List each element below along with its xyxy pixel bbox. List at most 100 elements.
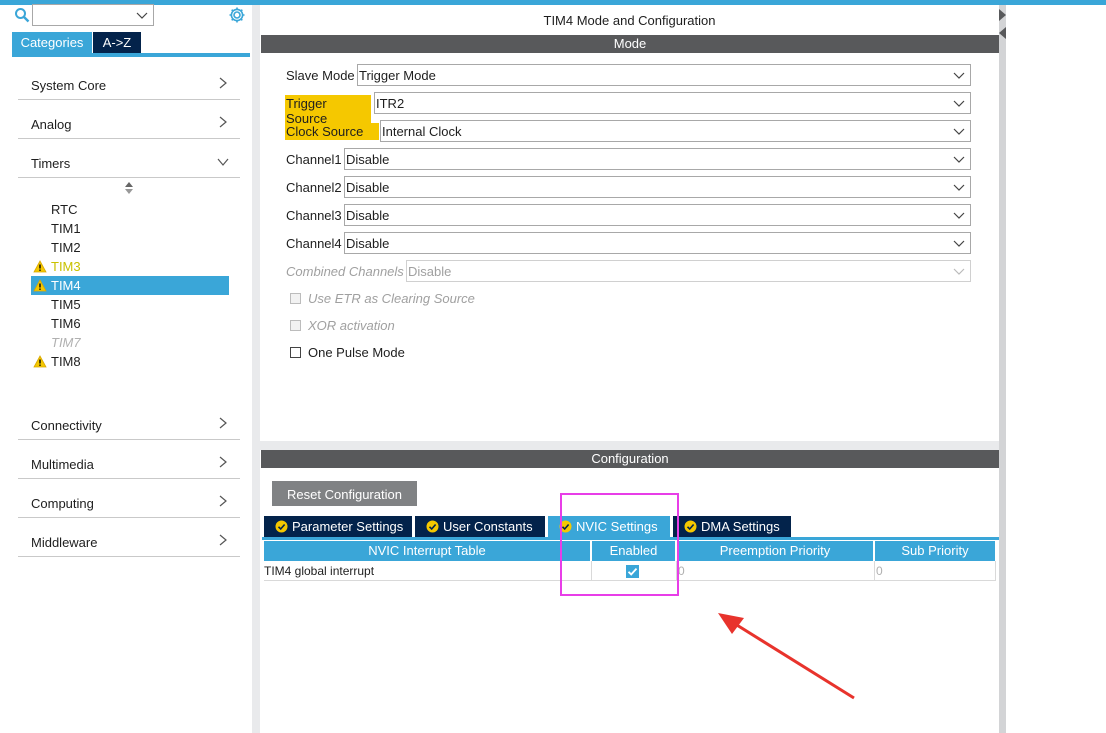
reset-configuration-button[interactable]: Reset Configuration	[272, 481, 417, 506]
category-system-core[interactable]: System Core	[18, 70, 240, 100]
timer-label: TIM2	[51, 240, 81, 255]
panel-splitter[interactable]	[999, 5, 1006, 733]
checkbox-label: Use ETR as Clearing Source	[308, 291, 475, 306]
timer-item-rtc[interactable]: RTC	[31, 200, 229, 219]
timer-label: TIM5	[51, 297, 81, 312]
table-cell-interrupt-name: TIM4 global interrupt	[264, 561, 592, 581]
channel2-value: Disable	[346, 180, 390, 195]
check-circle-icon	[684, 520, 697, 533]
chevron-down-icon	[953, 72, 965, 79]
warning-icon	[33, 355, 47, 368]
slave-mode-label: Slave Mode	[286, 68, 355, 83]
category-label: Analog	[31, 117, 72, 132]
channel4-select[interactable]: Disable	[344, 232, 971, 254]
slave-mode-value: Trigger Mode	[359, 68, 436, 83]
panel-divider[interactable]	[252, 5, 260, 733]
gear-icon[interactable]	[228, 6, 246, 24]
table-cell-preemption[interactable]: 0	[677, 561, 875, 581]
category-label: Connectivity	[31, 418, 102, 433]
checkbox-box	[290, 347, 301, 358]
table-header-preemption[interactable]: Preemption Priority	[677, 541, 873, 561]
tab-user-constants[interactable]: User Constants	[415, 516, 545, 537]
channel2-label: Channel2	[286, 180, 342, 195]
timer-item-tim1[interactable]: TIM1	[31, 219, 229, 238]
warning-icon	[33, 279, 47, 292]
trigger-source-value: ITR2	[376, 96, 405, 111]
chevron-down-icon	[953, 268, 965, 275]
category-timers[interactable]: Timers	[18, 148, 240, 178]
tab-label: Parameter Settings	[292, 519, 404, 534]
table-header-sub-priority[interactable]: Sub Priority	[875, 541, 995, 561]
channel3-select[interactable]: Disable	[344, 204, 971, 226]
timer-item-tim6[interactable]: TIM6	[31, 314, 229, 333]
chevron-down-icon	[953, 156, 965, 163]
chevron-right-icon	[219, 495, 227, 507]
search-input[interactable]	[32, 4, 154, 26]
tab-label: DMA Settings	[701, 519, 780, 534]
category-middleware[interactable]: Middleware	[18, 527, 240, 557]
chevron-down-icon	[953, 184, 965, 191]
timer-label: TIM1	[51, 221, 81, 236]
combined-channels-label: Combined Channels	[286, 264, 404, 279]
check-circle-icon	[426, 520, 439, 533]
channel1-select[interactable]: Disable	[344, 148, 971, 170]
sort-icon[interactable]	[123, 181, 135, 195]
chevron-down-icon	[136, 12, 148, 19]
channel4-label: Channel4	[286, 236, 342, 251]
mode-section-header: Mode	[261, 35, 999, 53]
timer-label: TIM7	[51, 335, 81, 350]
category-computing[interactable]: Computing	[18, 488, 240, 518]
clock-source-select[interactable]: Internal Clock	[380, 120, 971, 142]
timer-item-tim7[interactable]: TIM7	[31, 333, 229, 352]
combined-channels-value: Disable	[408, 264, 452, 279]
chevron-down-icon	[953, 128, 965, 135]
checkbox-box	[290, 320, 301, 331]
tab-label: User Constants	[443, 519, 533, 534]
category-connectivity[interactable]: Connectivity	[18, 410, 240, 440]
chevron-down-icon	[953, 240, 965, 247]
category-label: Middleware	[31, 535, 98, 550]
chevron-right-icon	[219, 456, 227, 468]
channel4-value: Disable	[346, 236, 390, 251]
chevron-right-icon	[219, 417, 227, 429]
table-cell-sub-priority[interactable]: 0	[875, 561, 996, 581]
search-icon[interactable]	[14, 7, 30, 23]
checkbox-label: One Pulse Mode	[308, 345, 405, 360]
category-label: System Core	[31, 78, 107, 93]
category-analog[interactable]: Analog	[18, 109, 240, 139]
category-label: Multimedia	[31, 457, 94, 472]
chevron-right-icon	[219, 534, 227, 546]
tab-a-to-z[interactable]: A->Z	[93, 32, 141, 53]
annotation-arrow-icon	[718, 613, 855, 700]
timer-item-tim4[interactable]: TIM4	[31, 276, 229, 295]
timer-label: TIM4	[51, 278, 81, 293]
combined-channels-select[interactable]: Disable	[406, 260, 971, 282]
tab-categories[interactable]: Categories	[12, 32, 92, 53]
chevron-down-icon	[953, 212, 965, 219]
channel3-label: Channel3	[286, 208, 342, 223]
annotation-highlight-box	[560, 493, 679, 596]
tab-underline	[12, 53, 250, 57]
slave-mode-select[interactable]: Trigger Mode	[357, 64, 971, 86]
timer-label: TIM8	[51, 354, 81, 369]
table-header-interrupt[interactable]: NVIC Interrupt Table	[264, 541, 590, 561]
page-title: TIM4 Mode and Configuration	[543, 13, 716, 28]
check-circle-icon	[275, 520, 288, 533]
tab-dma-settings[interactable]: DMA Settings	[673, 516, 791, 537]
timer-item-tim3[interactable]: TIM3	[31, 257, 229, 276]
collapse-arrow-icon[interactable]	[999, 5, 1006, 41]
trigger-source-select[interactable]: ITR2	[374, 92, 971, 114]
configuration-section-header: Configuration	[261, 450, 999, 468]
timer-label: TIM3	[51, 259, 81, 274]
timer-item-tim8[interactable]: TIM8	[31, 352, 229, 371]
category-multimedia[interactable]: Multimedia	[18, 449, 240, 479]
clock-source-label: Clock Source	[285, 123, 379, 140]
tab-parameter-settings[interactable]: Parameter Settings	[264, 516, 412, 537]
timer-item-tim5[interactable]: TIM5	[31, 295, 229, 314]
timer-label: RTC	[51, 202, 78, 217]
timer-item-tim2[interactable]: TIM2	[31, 238, 229, 257]
section-splitter[interactable]	[260, 441, 999, 450]
clock-source-value: Internal Clock	[382, 124, 462, 139]
checkbox-box	[290, 293, 301, 304]
channel2-select[interactable]: Disable	[344, 176, 971, 198]
